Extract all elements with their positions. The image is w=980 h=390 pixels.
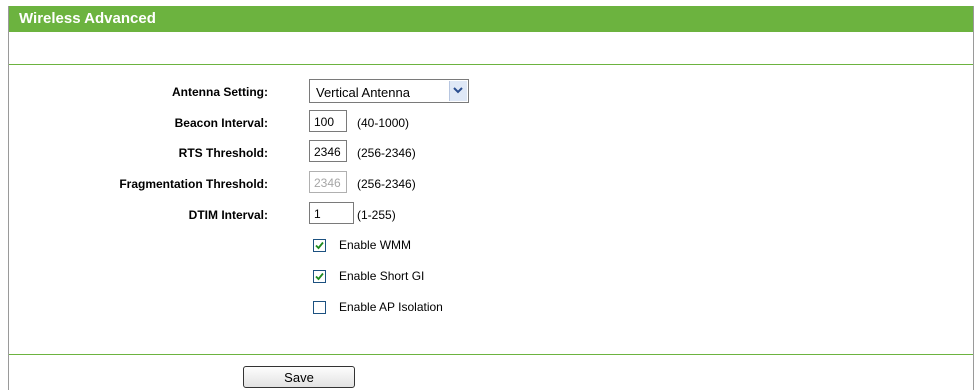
- wireless-advanced-panel: Wireless Advanced Antenna Setting: Verti…: [8, 6, 974, 390]
- dtim-interval-label: DTIM Interval:: [188, 208, 268, 222]
- enable-wmm-checkbox[interactable]: [313, 239, 326, 252]
- rts-threshold-input[interactable]: 2346: [309, 140, 347, 162]
- beacon-interval-label: Beacon Interval:: [174, 116, 268, 130]
- enable-ap-isolation-checkbox[interactable]: [313, 301, 326, 314]
- beacon-interval-input[interactable]: 100: [309, 110, 347, 132]
- enable-short-gi-checkbox[interactable]: [313, 270, 326, 283]
- dtim-interval-range: (1-255): [357, 208, 396, 222]
- rts-threshold-label: RTS Threshold:: [178, 146, 268, 160]
- title-bar: Wireless Advanced: [9, 6, 973, 32]
- chevron-down-icon[interactable]: [449, 81, 467, 101]
- save-button[interactable]: Save: [243, 366, 355, 388]
- page-title: Wireless Advanced: [19, 10, 156, 27]
- rts-threshold-range: (256-2346): [357, 146, 416, 160]
- checkmark-icon: [315, 241, 324, 250]
- fragmentation-threshold-range: (256-2346): [357, 177, 416, 191]
- checkmark-icon: [315, 272, 324, 281]
- bottom-divider: [9, 354, 973, 355]
- antenna-setting-value: Vertical Antenna: [316, 85, 410, 100]
- enable-wmm-label[interactable]: Enable WMM: [339, 238, 411, 252]
- top-divider: [9, 64, 973, 65]
- enable-short-gi-label[interactable]: Enable Short GI: [339, 269, 424, 283]
- antenna-setting-select[interactable]: Vertical Antenna: [309, 79, 469, 103]
- dtim-interval-input[interactable]: 1: [309, 202, 354, 224]
- enable-ap-isolation-label[interactable]: Enable AP Isolation: [339, 300, 443, 314]
- fragmentation-threshold-input[interactable]: 2346: [309, 171, 347, 193]
- beacon-interval-range: (40-1000): [357, 116, 410, 130]
- antenna-setting-label: Antenna Setting:: [172, 85, 268, 99]
- fragmentation-threshold-label: Fragmentation Threshold:: [119, 177, 268, 191]
